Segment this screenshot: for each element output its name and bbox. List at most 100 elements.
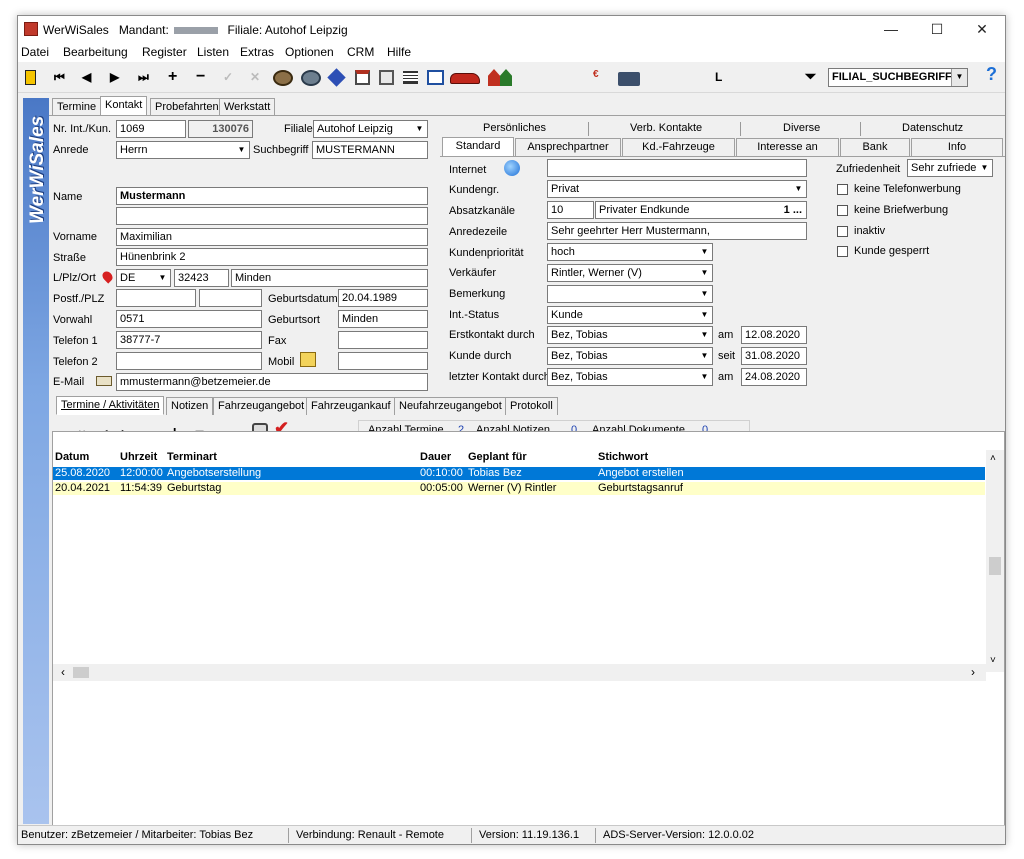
- seit-date-field[interactable]: 31.08.2020: [741, 347, 807, 365]
- land-select[interactable]: DE ▼: [116, 269, 171, 287]
- tab-kontakt[interactable]: Kontakt: [100, 96, 148, 115]
- chevron-down-icon[interactable]: ▼: [697, 265, 712, 281]
- menu-listen[interactable]: Listen: [197, 45, 229, 59]
- anrede-select[interactable]: Herrn ▼: [116, 141, 250, 159]
- chevron-down-icon[interactable]: ▼: [697, 244, 712, 260]
- internet-explorer-icon[interactable]: [504, 160, 520, 176]
- zufriedenheit-select[interactable]: Sehr zufrieden ▼: [907, 159, 993, 177]
- tab-datenschutz[interactable]: Datenschutz: [902, 122, 963, 134]
- table-row[interactable]: 20.04.2021 11:54:39 Geburtstag 00:05:00 …: [53, 482, 985, 495]
- absatz-value-field[interactable]: Privater Endkunde 1 ...: [595, 201, 807, 219]
- menu-register[interactable]: Register: [142, 45, 187, 59]
- chevron-down-icon[interactable]: ▼: [412, 121, 427, 137]
- suchbegriff-field[interactable]: MUSTERMANN: [312, 141, 428, 159]
- tab-interesse-an[interactable]: Interesse an: [736, 138, 839, 156]
- strasse-field[interactable]: Hünenbrink 2: [116, 248, 428, 266]
- document-icon[interactable]: [379, 70, 394, 85]
- tab-kd-fahrzeuge[interactable]: Kd.-Fahrzeuge: [622, 138, 735, 156]
- chevron-down-icon[interactable]: ▼: [951, 69, 967, 86]
- absatz-more-button[interactable]: 1 ...: [784, 204, 802, 216]
- absatz-code-field[interactable]: 10: [547, 201, 594, 219]
- menu-extras[interactable]: Extras: [240, 45, 274, 59]
- eye-search-icon[interactable]: [301, 70, 321, 86]
- anredezeile-field[interactable]: Sehr geehrter Herr Mustermann,: [547, 222, 807, 240]
- col-geplant-header[interactable]: Geplant für: [468, 451, 527, 463]
- tab-werkstatt[interactable]: Werkstatt: [219, 98, 276, 116]
- close-button[interactable]: ✕: [959, 16, 1005, 43]
- fax-field[interactable]: [338, 331, 428, 349]
- help-icon[interactable]: ?: [986, 65, 997, 83]
- kundedurch-select[interactable]: Bez, Tobias ▼: [547, 347, 713, 365]
- letzter-date-field[interactable]: 24.08.2020: [741, 368, 807, 386]
- intstatus-select[interactable]: Kunde ▼: [547, 306, 713, 324]
- tab-neufahrzeugangebot[interactable]: Neufahrzeugangebot: [394, 397, 507, 415]
- tab-fahrzeugankauf[interactable]: Fahrzeugankauf: [306, 397, 396, 415]
- chevron-down-icon[interactable]: ▼: [697, 327, 712, 343]
- maximize-button[interactable]: ☐: [914, 16, 960, 43]
- name-field[interactable]: Mustermann: [116, 187, 428, 205]
- table-icon[interactable]: [427, 70, 444, 85]
- houses-icon[interactable]: [488, 69, 512, 86]
- menu-crm[interactable]: CRM: [347, 45, 374, 59]
- diamond-icon[interactable]: [327, 68, 346, 87]
- vertical-scrollbar[interactable]: ˄ ˅: [986, 450, 1004, 672]
- calendar-icon[interactable]: [355, 70, 370, 85]
- telefon2-field[interactable]: [116, 352, 262, 370]
- nav-first-button[interactable]: ⏮: [54, 69, 65, 85]
- chevron-down-icon[interactable]: ▼: [697, 286, 712, 302]
- ort-field[interactable]: Minden: [231, 269, 428, 287]
- tab-standard[interactable]: Standard: [442, 137, 514, 156]
- horizontal-scrollbar[interactable]: ‹ ›: [53, 664, 986, 681]
- scroll-thumb-horizontal[interactable]: [73, 667, 89, 678]
- scroll-left-icon[interactable]: ‹: [61, 665, 65, 679]
- nr-int-field[interactable]: 1069: [116, 120, 186, 138]
- tab-fahrzeugangebot[interactable]: Fahrzeugangebot: [213, 397, 310, 415]
- menu-datei[interactable]: Datei: [21, 45, 49, 59]
- col-dauer-header[interactable]: Dauer: [420, 451, 451, 463]
- inaktiv-checkbox[interactable]: [837, 226, 848, 237]
- filter-icon[interactable]: ⏷: [805, 68, 816, 84]
- bemerkung-select[interactable]: ▼: [547, 285, 713, 303]
- plz-field[interactable]: 32423: [174, 269, 229, 287]
- scroll-thumb[interactable]: [989, 557, 1001, 575]
- menu-optionen[interactable]: Optionen: [285, 45, 334, 59]
- tab-ansprechpartner[interactable]: Ansprechpartner: [515, 138, 621, 156]
- menu-hilfe[interactable]: Hilfe: [387, 45, 411, 59]
- postfach-field[interactable]: [116, 289, 196, 307]
- vorname-field[interactable]: Maximilian: [116, 228, 428, 246]
- tab-persoenliches[interactable]: Persönliches: [483, 122, 546, 134]
- tab-termine-aktivitaeten[interactable]: Termine / Aktivitäten: [56, 396, 165, 415]
- keine-briefwerbung-checkbox[interactable]: [837, 205, 848, 216]
- menu-bearbeitung[interactable]: Bearbeitung: [63, 45, 128, 59]
- chevron-down-icon[interactable]: ▼: [977, 160, 992, 176]
- tab-termine[interactable]: Termine: [52, 98, 102, 116]
- col-terminart-header[interactable]: Terminart: [167, 451, 217, 463]
- geburtsdatum-field[interactable]: 20.04.1989: [338, 289, 428, 307]
- nav-last-button[interactable]: ⏭: [138, 69, 149, 85]
- kunde-gesperrt-checkbox[interactable]: [837, 246, 848, 257]
- prio-select[interactable]: hoch ▼: [547, 243, 713, 261]
- scroll-down-icon[interactable]: ˅: [990, 655, 996, 666]
- list-icon[interactable]: [403, 71, 418, 84]
- delete-record-button[interactable]: −: [196, 69, 205, 85]
- geburtsort-field[interactable]: Minden: [338, 310, 428, 328]
- euro-icon[interactable]: €: [593, 67, 599, 83]
- scroll-right-icon[interactable]: ›: [971, 665, 975, 679]
- erstkontakt-date-field[interactable]: 12.08.2020: [741, 326, 807, 344]
- scroll-up-icon[interactable]: ˄: [990, 453, 996, 464]
- inbox-icon[interactable]: [618, 72, 640, 86]
- letzter-select[interactable]: Bez, Tobias ▼: [547, 368, 713, 386]
- add-record-button[interactable]: +: [168, 69, 177, 85]
- filiale-select[interactable]: Autohof Leipzig ▼: [313, 120, 428, 138]
- car-icon[interactable]: [450, 73, 480, 84]
- chevron-down-icon[interactable]: ▼: [155, 270, 170, 286]
- tab-verb-kontakte[interactable]: Verb. Kontakte: [630, 122, 702, 134]
- tab-diverse[interactable]: Diverse: [783, 122, 820, 134]
- tab-bank[interactable]: Bank: [840, 138, 910, 156]
- nav-next-button[interactable]: ▶: [110, 69, 119, 85]
- chevron-down-icon[interactable]: ▼: [697, 369, 712, 385]
- chevron-down-icon[interactable]: ▼: [697, 307, 712, 323]
- col-uhrzeit-header[interactable]: Uhrzeit: [120, 451, 157, 463]
- minimize-button[interactable]: —: [868, 16, 914, 43]
- table-row[interactable]: 25.08.2020 12:00:00 Angebotserstellung 0…: [53, 467, 985, 480]
